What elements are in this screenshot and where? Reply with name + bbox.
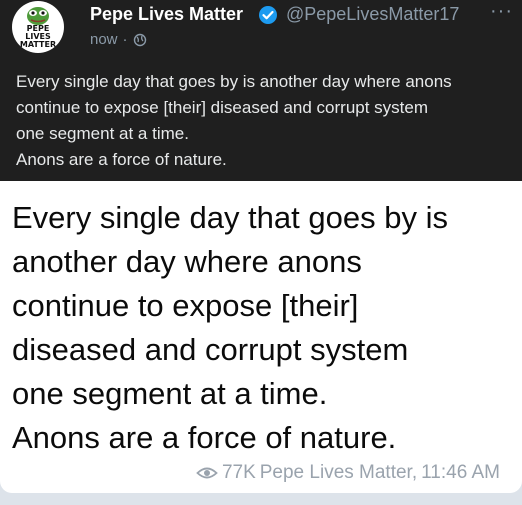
quoted-display-name[interactable]: Pepe Lives Matter <box>90 4 243 25</box>
message-text: Every single day that goes by is another… <box>12 200 448 455</box>
message-author: Pepe Lives Matter, <box>259 462 418 483</box>
globe-icon <box>133 33 146 46</box>
quoted-meta-row: now · <box>90 31 147 48</box>
quoted-post-card[interactable]: PEPE LIVES MATTER Pepe Lives Matter @Pep… <box>0 0 522 181</box>
verified-badge-icon <box>259 6 277 24</box>
message-time: 11:46 AM <box>421 462 500 483</box>
message-footer: 77K Pepe Lives Matter, 11:46 AM <box>196 462 500 484</box>
quoted-handle[interactable]: @PepeLivesMatter17 <box>286 4 459 25</box>
avatar-text-line-3: MATTER <box>19 40 57 49</box>
message-bubble: PEPE LIVES MATTER Pepe Lives Matter @Pep… <box>0 0 522 493</box>
quoted-post-text: Every single day that goes by is another… <box>16 72 452 169</box>
quoted-time: now <box>90 31 118 48</box>
view-count: 77K <box>221 462 256 483</box>
eye-icon <box>196 467 218 479</box>
more-icon[interactable]: ··· <box>490 0 513 23</box>
pepe-avatar-icon[interactable]: PEPE LIVES MATTER <box>12 1 64 53</box>
meta-separator: · <box>122 31 128 48</box>
